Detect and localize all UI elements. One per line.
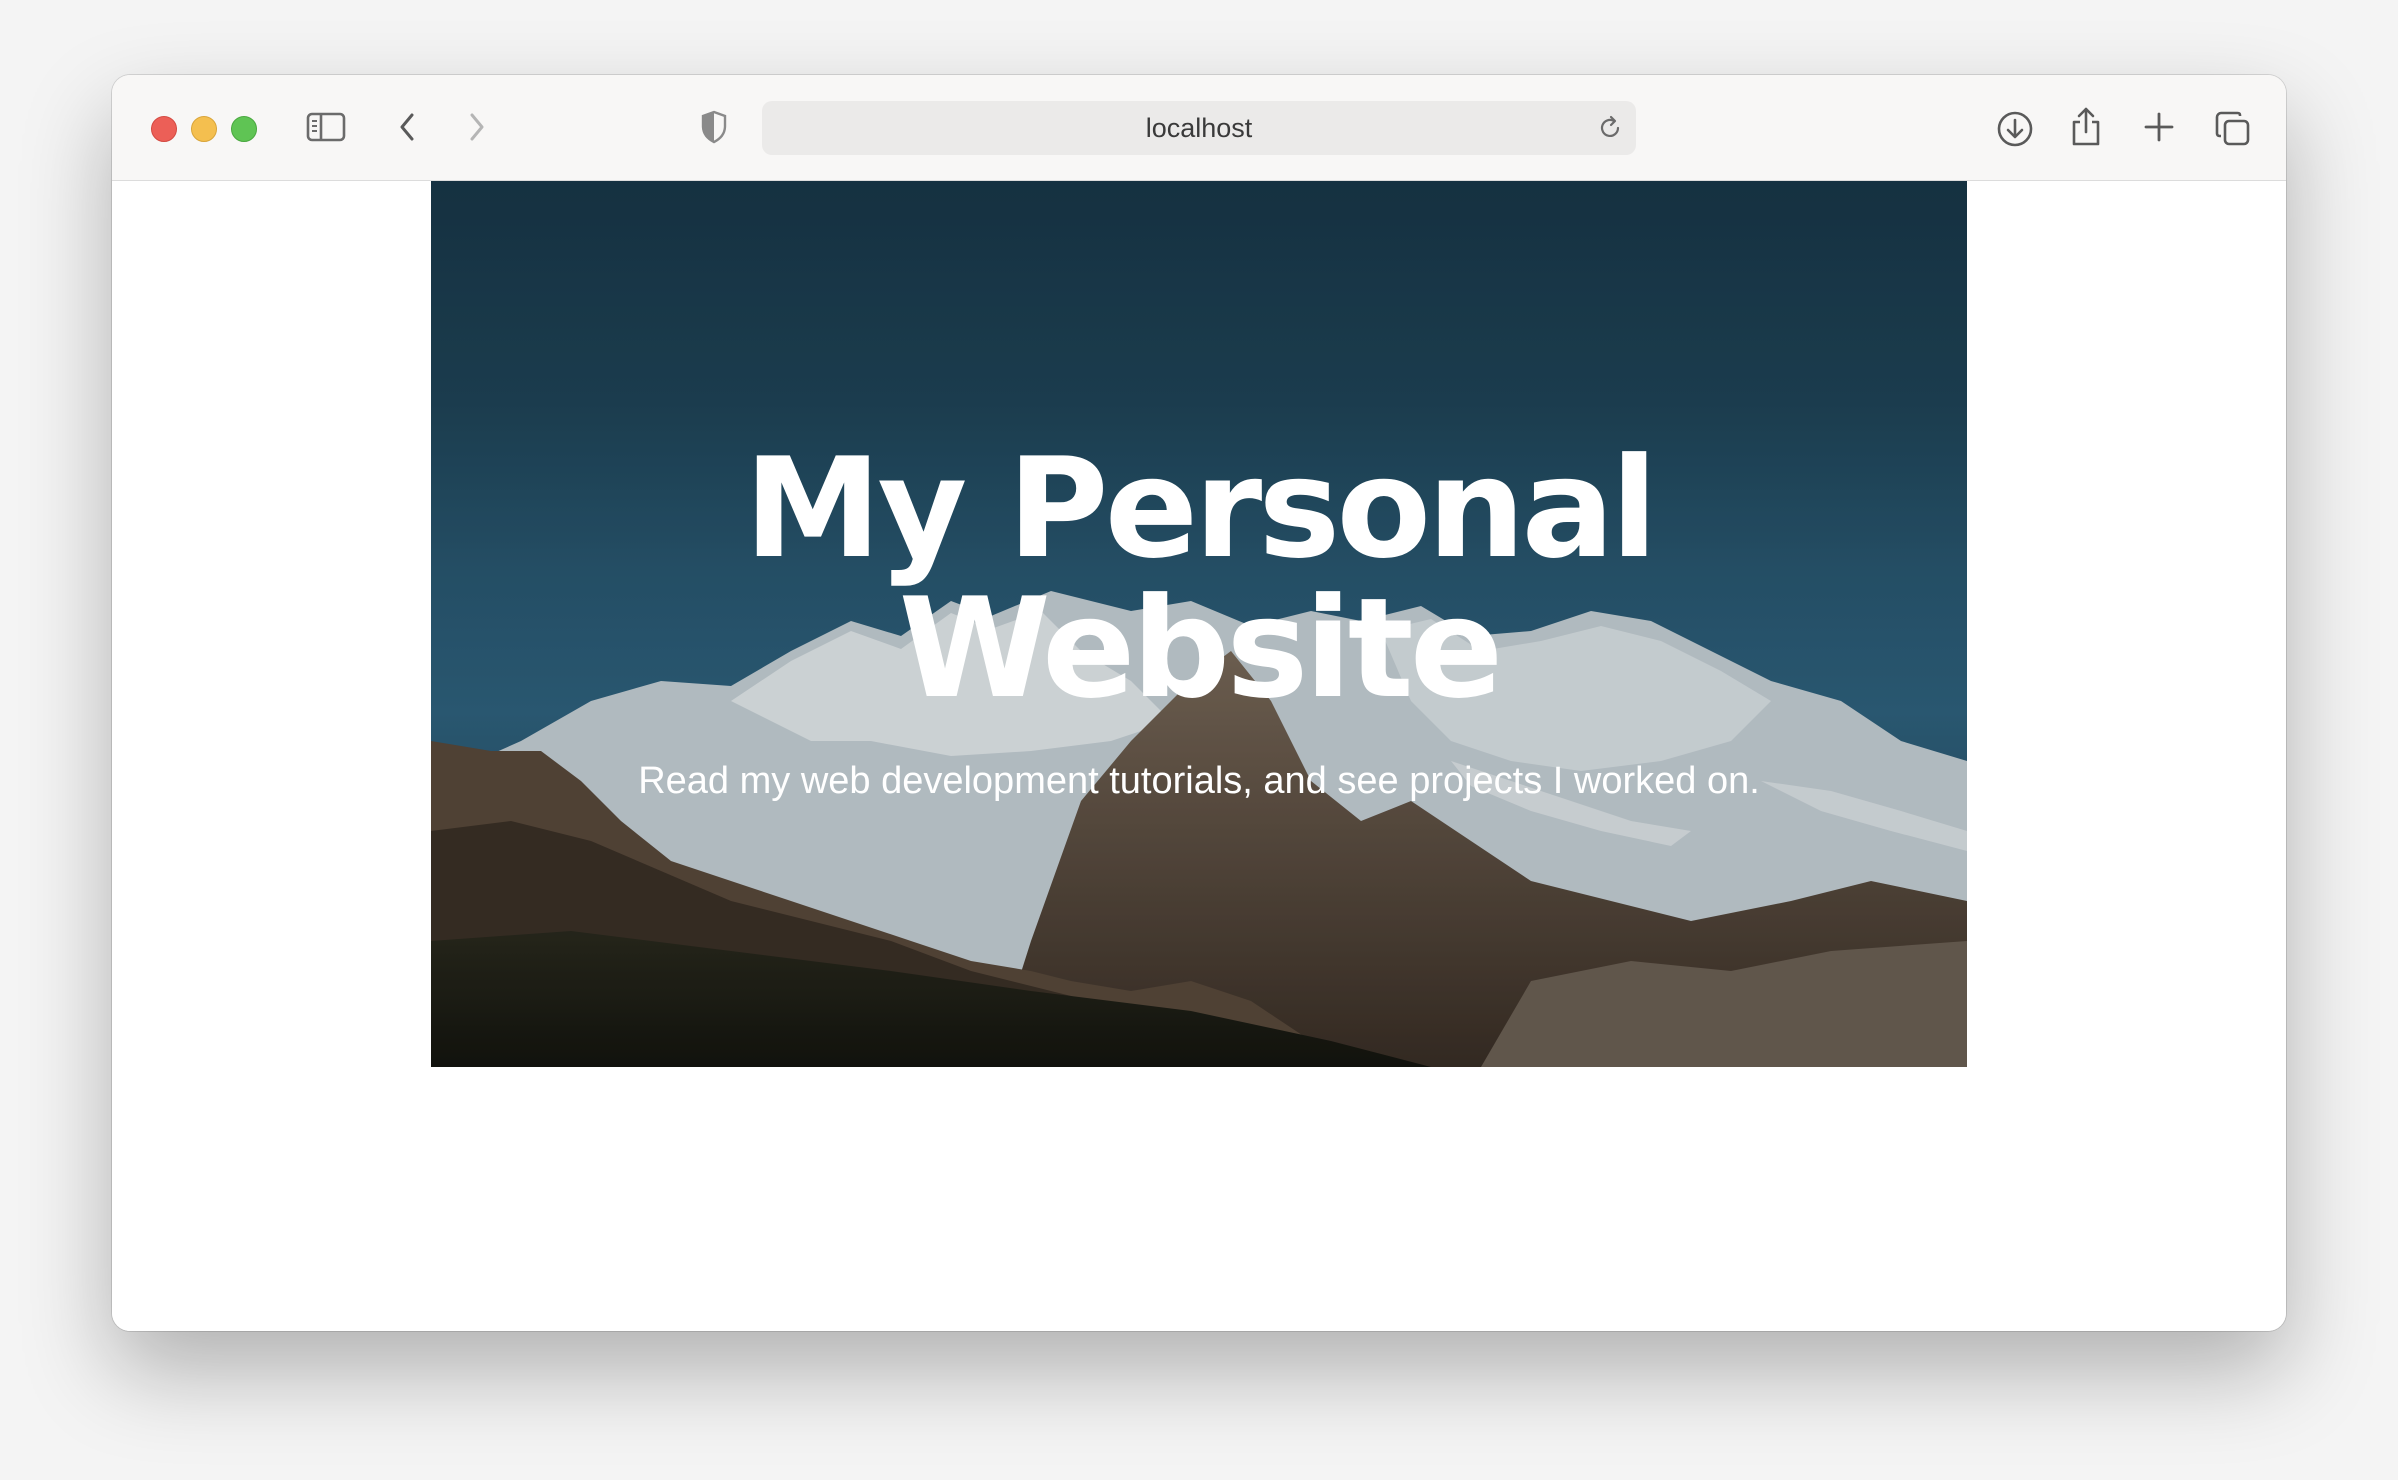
browser-toolbar: localhost — [112, 75, 2286, 181]
url-text: localhost — [1145, 112, 1253, 143]
hero-title-line-2: Website — [898, 568, 1504, 729]
minimize-window-button[interactable] — [191, 116, 217, 142]
download-icon[interactable] — [1995, 109, 2035, 149]
hero-banner: My Personal Website Read my web developm… — [431, 181, 1967, 1067]
chevron-right-icon[interactable] — [462, 109, 492, 145]
hero-title: My Personal Website — [431, 439, 1967, 719]
zoom-window-button[interactable] — [231, 116, 257, 142]
hero-title-line-1: My Personal — [744, 428, 1658, 589]
close-window-button[interactable] — [151, 116, 177, 142]
chevron-left-icon[interactable] — [392, 109, 422, 145]
tab-overview-icon[interactable] — [2213, 109, 2253, 149]
reload-icon[interactable] — [1596, 114, 1624, 142]
page-content: My Personal Website Read my web developm… — [112, 181, 2286, 1331]
browser-window: localhost My Personal Website Read my we… — [112, 75, 2286, 1331]
sidebar-icon[interactable] — [306, 109, 346, 145]
plus-icon[interactable] — [2141, 109, 2177, 145]
share-icon[interactable] — [2068, 105, 2104, 149]
hero-subtitle: Read my web development tutorials, and s… — [638, 760, 1760, 802]
shield-icon[interactable] — [698, 109, 730, 145]
address-bar[interactable]: localhost — [762, 101, 1636, 155]
